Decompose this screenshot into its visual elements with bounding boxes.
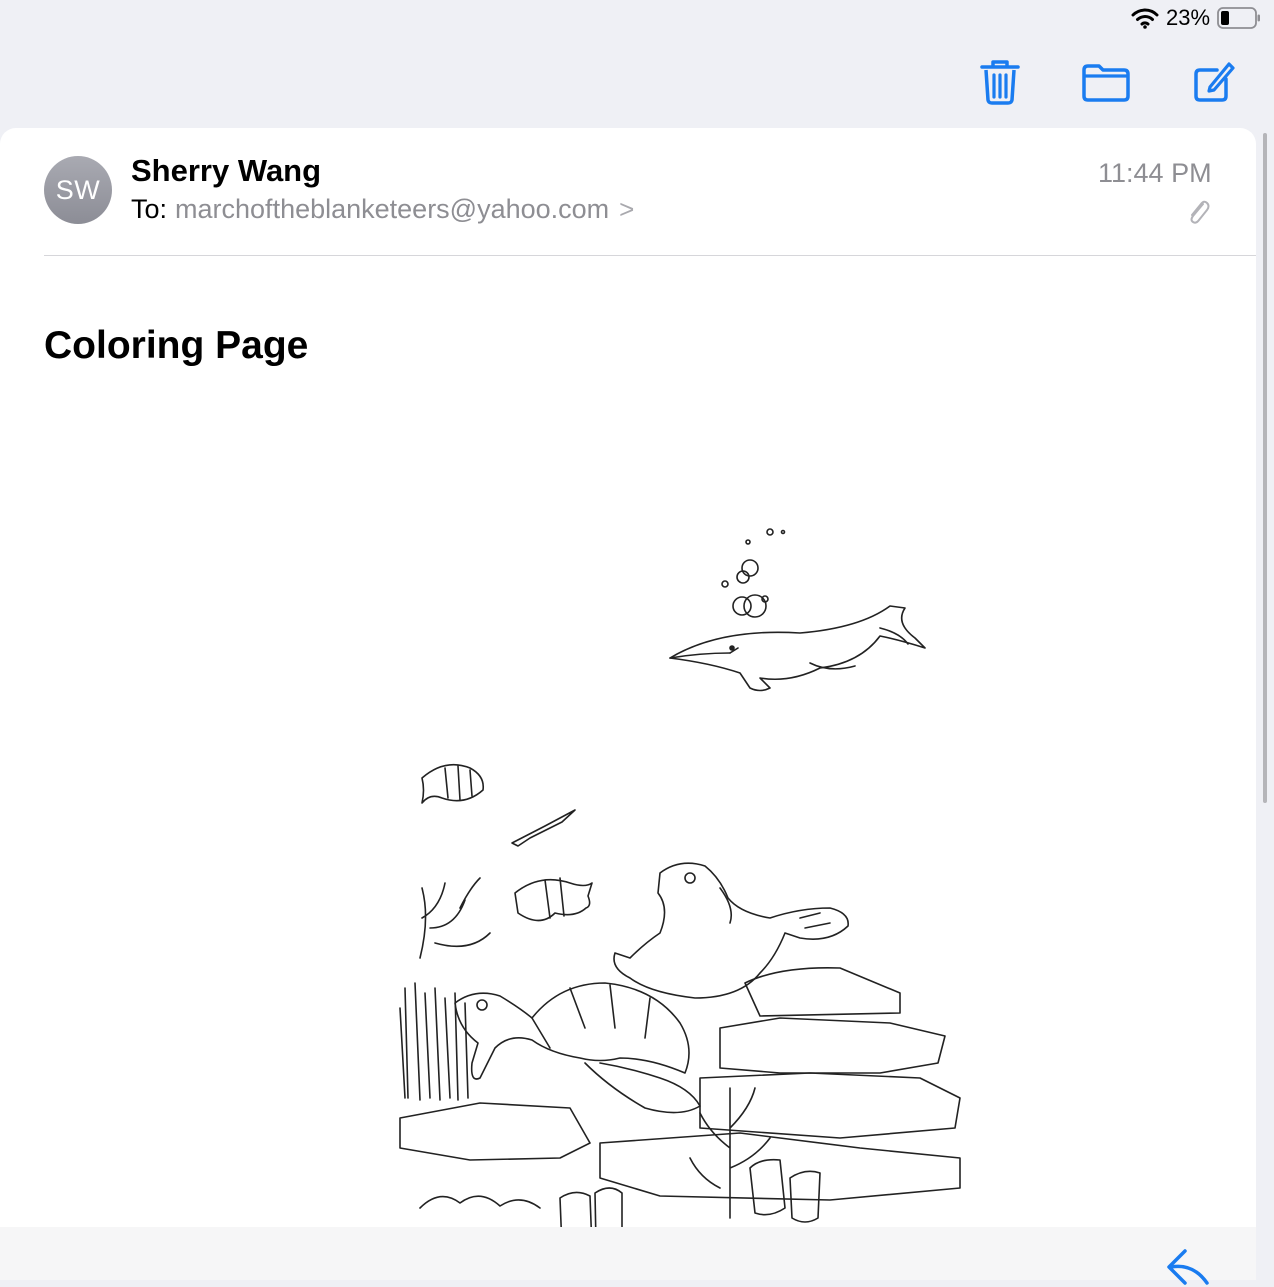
compose-button[interactable] xyxy=(1189,56,1239,108)
status-bar: 23% xyxy=(0,0,1274,40)
recipient-row[interactable]: To: marchoftheblanketeers@yahoo.com > xyxy=(131,194,634,225)
message-view: SW Sherry Wang To: marchoftheblanketeers@… xyxy=(0,128,1256,1280)
rocks-drawing xyxy=(399,966,961,1201)
scrollbar[interactable] xyxy=(1263,133,1267,803)
fish-drawing xyxy=(421,763,593,922)
turtle-drawing-2 xyxy=(454,982,701,1114)
battery-percent: 23% xyxy=(1166,5,1211,30)
turtle-drawing xyxy=(613,862,849,999)
battery-icon xyxy=(1217,7,1260,29)
delete-button[interactable] xyxy=(975,56,1025,108)
compose-icon xyxy=(1194,62,1235,102)
message-time: 11:44 PM xyxy=(1098,158,1212,188)
bottom-toolbar xyxy=(0,1227,1256,1285)
to-label: To: xyxy=(131,194,168,224)
move-to-folder-button[interactable] xyxy=(1081,56,1131,108)
chevron-right-icon: > xyxy=(619,194,635,224)
sender-name[interactable]: Sherry Wang xyxy=(131,153,321,189)
bubbles-drawing xyxy=(721,528,786,618)
folder-icon xyxy=(1082,64,1130,102)
trash-icon xyxy=(980,60,1020,105)
avatar[interactable]: SW xyxy=(44,156,112,224)
message-subject: Coloring Page xyxy=(44,324,309,367)
seafloor-drawing xyxy=(399,1195,961,1280)
coral-drawing xyxy=(399,877,821,1253)
reply-icon[interactable] xyxy=(1163,1247,1213,1287)
paperclip-icon xyxy=(1190,200,1210,224)
wifi-icon xyxy=(1131,8,1159,29)
header-divider xyxy=(44,255,1256,256)
attachment-image[interactable] xyxy=(360,488,980,1280)
recipient-address[interactable]: marchoftheblanketeers@yahoo.com xyxy=(175,194,609,224)
dolphin-drawing xyxy=(669,605,926,692)
